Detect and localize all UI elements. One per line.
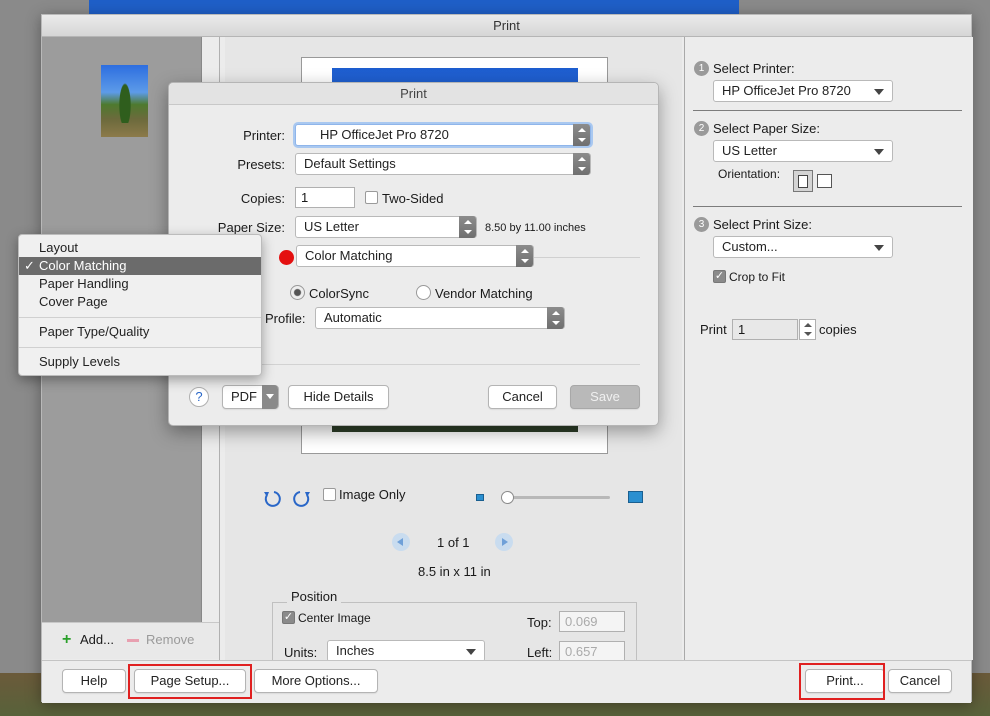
image-only-label: Image Only — [339, 487, 406, 502]
section-menu: Layout ✓ Color Matching Paper Handling C… — [18, 234, 262, 376]
section-separator — [693, 110, 962, 111]
image-only-checkbox[interactable] — [323, 488, 336, 501]
menu-item-layout[interactable]: Layout — [19, 239, 261, 257]
hide-details-button[interactable]: Hide Details — [288, 385, 389, 409]
portrait-orientation-icon[interactable] — [793, 170, 813, 192]
colorsync-label: ColorSync — [309, 286, 369, 301]
print-copies-label: Print — [700, 322, 727, 337]
section-separator — [693, 206, 962, 207]
tree-shape — [118, 79, 132, 123]
orientation-label: Orientation: — [718, 167, 781, 181]
rotate-right-icon[interactable] — [291, 489, 313, 509]
top-field[interactable]: 0.069 — [559, 611, 625, 632]
print-button-highlight — [799, 663, 885, 700]
section-rule — [534, 257, 640, 258]
menu-separator — [19, 317, 261, 318]
colorsync-radio[interactable] — [290, 285, 305, 300]
select-printer-label: Select Printer: — [713, 61, 795, 76]
settings-panel: 1 Select Printer: HP OfficeJet Pro 8720 … — [684, 37, 973, 660]
paper-dimensions: 8.5 in x 11 in — [418, 564, 491, 579]
minus-icon — [127, 639, 139, 642]
thumbnail-toolbar: + Add... Remove — [42, 622, 219, 659]
vendor-matching-radio[interactable] — [416, 285, 431, 300]
select-print-size-label: Select Print Size: — [713, 217, 812, 232]
checkmark-icon: ✓ — [24, 258, 35, 273]
crop-to-fit-label: Crop to Fit — [729, 270, 786, 284]
landscape-orientation-icon[interactable] — [817, 174, 832, 188]
crop-to-fit-checkbox[interactable]: ✓ — [713, 270, 726, 283]
zoom-large-icon — [628, 491, 643, 503]
step-1-badge: 1 — [694, 61, 709, 76]
dialog-paper-size-select[interactable]: US Letter — [295, 216, 477, 238]
paper-size-select[interactable]: US Letter — [713, 140, 893, 162]
dialog-cancel-button[interactable]: Cancel — [488, 385, 557, 409]
dialog-printer-label: Printer: — [243, 128, 285, 143]
profile-select[interactable]: Automatic — [315, 307, 565, 329]
left-field[interactable]: 0.657 — [559, 641, 625, 662]
menu-item-paper-handling[interactable]: Paper Handling — [19, 275, 261, 293]
step-2-badge: 2 — [694, 121, 709, 136]
select-paper-size-label: Select Paper Size: — [713, 121, 820, 136]
menu-item-cover-page[interactable]: Cover Page — [19, 293, 261, 311]
next-page-icon[interactable] — [495, 533, 513, 551]
position-group-label: Position — [287, 589, 342, 604]
two-sided-checkbox[interactable] — [365, 191, 378, 204]
printer-select[interactable]: HP OfficeJet Pro 8720 — [713, 80, 893, 102]
vendor-matching-label: Vendor Matching — [435, 286, 533, 301]
dialog-printer-select[interactable]: HP OfficeJet Pro 8720 — [295, 124, 591, 146]
help-question-icon[interactable]: ? — [189, 387, 209, 407]
copies-field[interactable]: 1 — [732, 319, 798, 340]
presets-label: Presets: — [237, 157, 285, 172]
previous-page-icon[interactable] — [392, 533, 410, 551]
plus-icon[interactable]: + — [62, 632, 71, 648]
step-3-badge: 3 — [694, 217, 709, 232]
page-setup-highlight — [128, 664, 252, 699]
dialog-title: Print — [169, 83, 658, 105]
page-indicator: 1 of 1 — [437, 535, 470, 550]
units-select[interactable]: Inches — [327, 640, 485, 662]
dialog-copies-field[interactable]: 1 — [295, 187, 355, 208]
section-select[interactable]: Color Matching — [296, 245, 534, 267]
bottom-toolbar: Help Page Setup... More Options... Print… — [42, 660, 971, 703]
paper-size-dimensions: 8.50 by 11.00 inches — [485, 222, 586, 234]
rotate-left-icon[interactable] — [261, 489, 283, 509]
center-image-checkbox[interactable]: ✓ — [282, 611, 295, 624]
image-thumbnail[interactable] — [101, 65, 148, 137]
menu-item-supply-levels[interactable]: Supply Levels — [19, 353, 261, 371]
menu-item-paper-type-quality[interactable]: Paper Type/Quality — [19, 323, 261, 341]
zoom-slider-knob[interactable] — [501, 491, 514, 504]
window-title: Print — [42, 15, 971, 37]
help-button[interactable]: Help — [62, 669, 126, 693]
left-label: Left: — [527, 645, 553, 660]
zoom-small-icon — [476, 494, 484, 501]
presets-select[interactable]: Default Settings — [295, 153, 591, 175]
print-size-select[interactable]: Custom... — [713, 236, 893, 258]
copies-stepper[interactable] — [799, 319, 816, 340]
menu-separator — [19, 347, 261, 348]
dialog-paper-size-label: Paper Size: — [217, 220, 285, 235]
units-label: Units: — [284, 645, 318, 660]
center-image-label: Center Image — [298, 611, 371, 625]
top-label: Top: — [527, 615, 552, 630]
add-button[interactable]: Add... — [80, 632, 114, 647]
copies-suffix-label: copies — [819, 322, 857, 337]
cancel-button[interactable]: Cancel — [888, 669, 952, 693]
menu-item-color-matching[interactable]: ✓ Color Matching — [19, 257, 261, 275]
profile-label: Profile: — [265, 311, 306, 326]
red-dot-icon — [279, 250, 294, 265]
remove-button[interactable]: Remove — [146, 632, 194, 647]
pdf-menu-button[interactable]: PDF — [222, 385, 279, 409]
two-sided-label: Two-Sided — [382, 191, 444, 206]
dialog-save-button[interactable]: Save — [570, 385, 640, 409]
dialog-copies-label: Copies: — [240, 191, 285, 206]
more-options-button[interactable]: More Options... — [254, 669, 378, 693]
zoom-slider-track[interactable] — [507, 496, 610, 499]
